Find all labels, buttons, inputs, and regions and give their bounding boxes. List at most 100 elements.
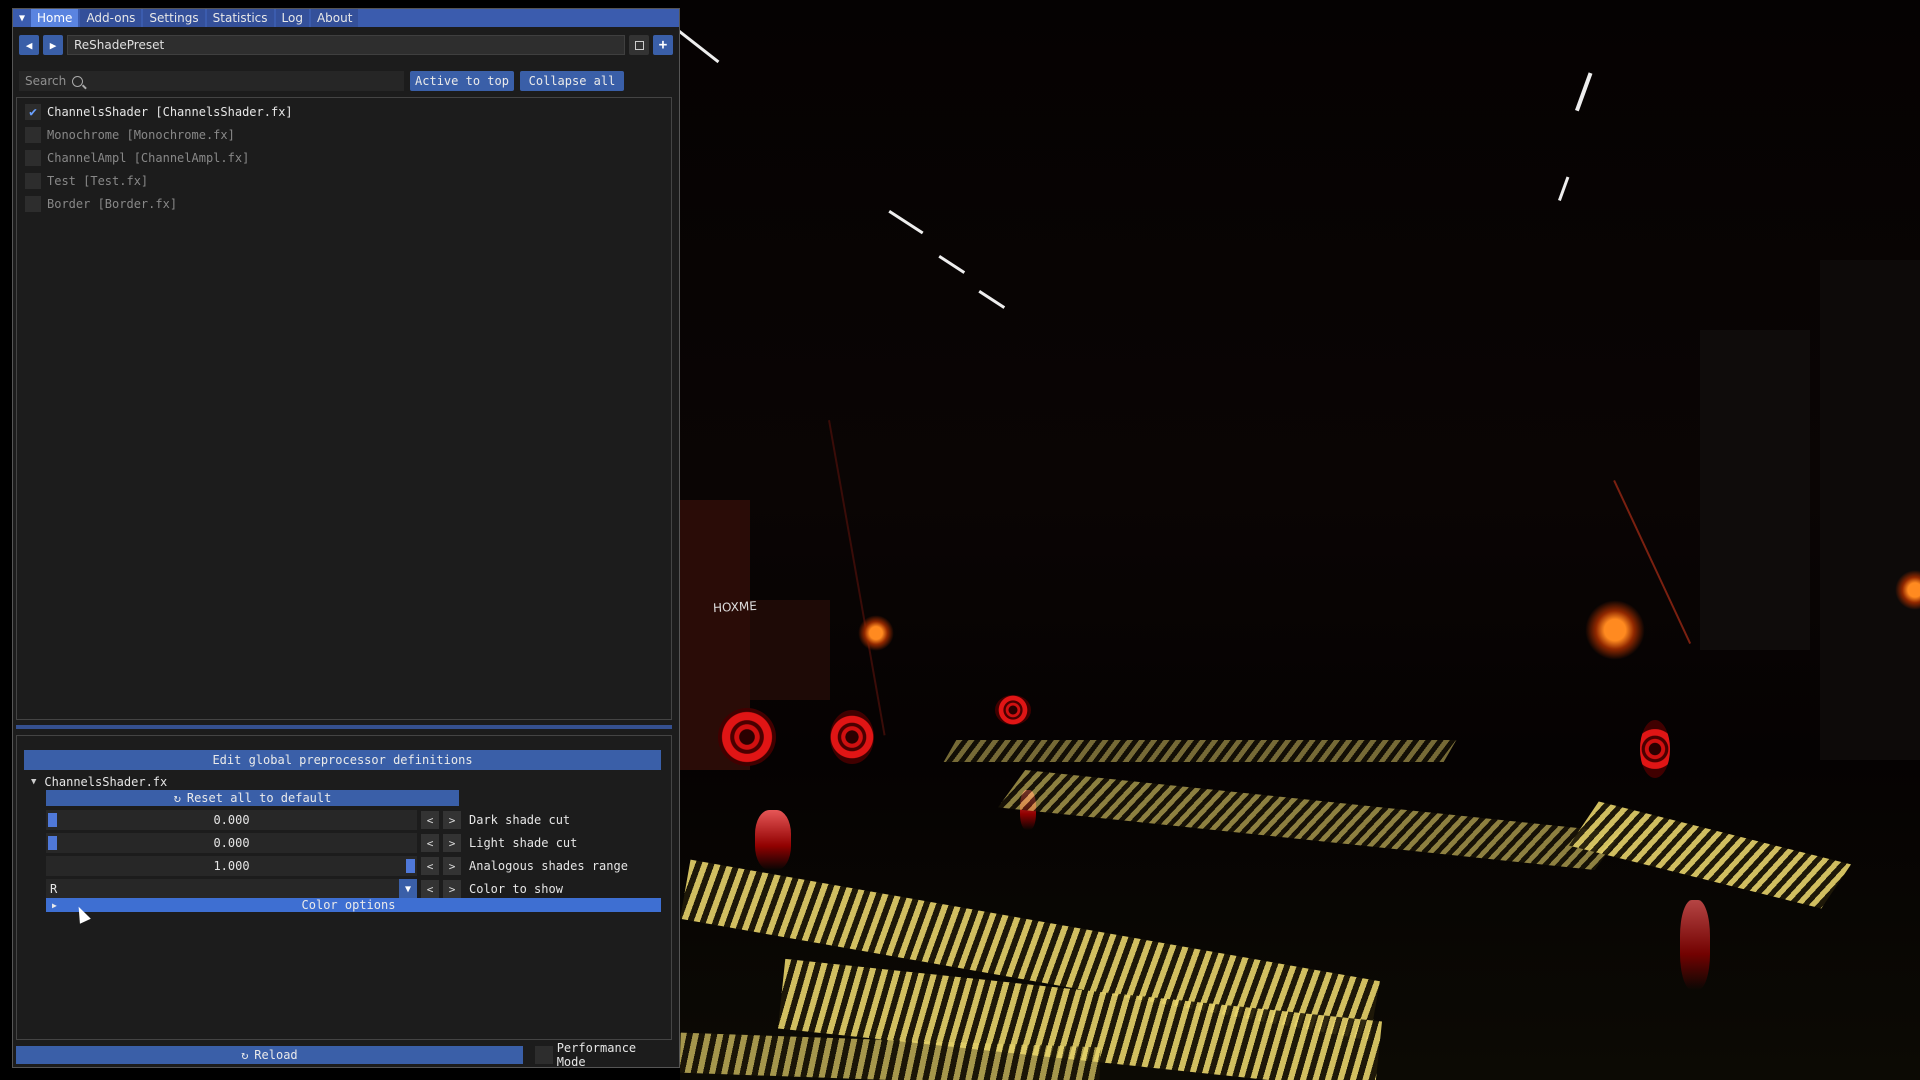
previous-preset-button[interactable]: ◀ bbox=[19, 35, 39, 55]
color-options-header[interactable]: ▶ Color options bbox=[46, 898, 661, 912]
performance-mode-label: Performance Mode bbox=[556, 1041, 637, 1069]
effect-label: ChannelsShader [ChannelsShader.fx] bbox=[47, 105, 293, 119]
list-item[interactable]: ✔ ChannelsShader [ChannelsShader.fx] bbox=[25, 102, 293, 122]
param-row-light-shade-cut: 0.000 < > Light shade cut bbox=[46, 833, 577, 853]
param-row-color-to-show: R ▼ < > Color to show bbox=[46, 879, 563, 899]
light-shade-cut-slider[interactable]: 0.000 bbox=[46, 833, 417, 853]
scene-wall bbox=[750, 600, 830, 700]
tab-settings[interactable]: Settings bbox=[143, 9, 205, 27]
dark-shade-cut-slider[interactable]: 0.000 bbox=[46, 810, 417, 830]
increment-button[interactable]: > bbox=[443, 834, 461, 852]
reload-button[interactable]: ↻ Reload bbox=[16, 1046, 523, 1064]
plus-icon: + bbox=[658, 37, 668, 53]
color-to-show-dropdown[interactable]: R ▼ bbox=[46, 879, 417, 899]
scene-sign: HOXME bbox=[712, 598, 758, 616]
search-icon bbox=[72, 75, 84, 87]
param-label: Light shade cut bbox=[469, 836, 578, 850]
tab-add-ons[interactable]: Add-ons bbox=[80, 9, 142, 27]
checkmark-icon: ✔ bbox=[29, 104, 37, 120]
scene-wheel bbox=[995, 695, 1031, 725]
slider-grab[interactable] bbox=[48, 836, 57, 850]
effect-checkbox[interactable] bbox=[25, 173, 41, 189]
slider-value: 1.000 bbox=[213, 859, 250, 873]
reload-icon: ↻ bbox=[241, 1048, 249, 1062]
effect-checkbox[interactable]: ✔ bbox=[25, 104, 41, 120]
effect-list: ✔ ChannelsShader [ChannelsShader.fx] Mon… bbox=[16, 97, 672, 720]
param-label: Analogous shades range bbox=[469, 859, 628, 873]
edit-global-definitions-button[interactable]: Edit global preprocessor definitions bbox=[24, 750, 661, 770]
add-preset-button[interactable]: + bbox=[653, 35, 673, 55]
save-icon bbox=[634, 40, 644, 50]
reshade-window: ▼ Home Add-ons Settings Statistics Log A… bbox=[12, 8, 680, 1069]
analogous-shades-range-slider[interactable]: 1.000 bbox=[46, 856, 417, 876]
decrement-button[interactable]: < bbox=[421, 834, 439, 852]
arrow-left-icon: ◀ bbox=[25, 38, 33, 52]
dropdown-value: R bbox=[50, 882, 58, 896]
parameters-panel: Edit global preprocessor definitions ▼ C… bbox=[16, 735, 672, 1040]
slider-grab[interactable] bbox=[406, 859, 415, 873]
search-input[interactable]: Search bbox=[19, 71, 404, 91]
active-to-top-button[interactable]: Active to top bbox=[410, 71, 514, 91]
search-bar: Search Active to top Collapse all bbox=[19, 71, 673, 91]
effect-label: Border [Border.fx] bbox=[47, 197, 178, 211]
next-preset-button[interactable]: ▶ bbox=[43, 35, 63, 55]
scene-lamp bbox=[1585, 600, 1645, 660]
param-label: Color to show bbox=[469, 882, 563, 896]
preset-name-field[interactable]: ReShadePreset bbox=[67, 35, 625, 55]
param-row-dark-shade-cut: 0.000 < > Dark shade cut bbox=[46, 810, 570, 830]
section-title: ChannelsShader.fx bbox=[44, 775, 168, 789]
list-item[interactable]: ChannelAmpl [ChannelAmpl.fx] bbox=[25, 148, 249, 168]
panel-splitter[interactable] bbox=[16, 725, 672, 729]
chevron-down-icon[interactable]: ▼ bbox=[399, 879, 417, 899]
footer-bar: ↻ Reload Performance Mode bbox=[16, 1041, 672, 1069]
menu-bar: ▼ Home Add-ons Settings Statistics Log A… bbox=[13, 9, 679, 27]
param-row-analogous-shades-range: 1.000 < > Analogous shades range bbox=[46, 856, 628, 876]
reset-all-button[interactable]: ↻ Reset all to default bbox=[46, 790, 459, 806]
reset-icon: ↻ bbox=[173, 791, 181, 805]
effect-label: Monochrome [Monochrome.fx] bbox=[47, 128, 235, 142]
game-viewport: HOXME bbox=[680, 0, 1920, 1080]
effect-checkbox[interactable] bbox=[25, 196, 41, 212]
list-item[interactable]: Monochrome [Monochrome.fx] bbox=[25, 125, 235, 145]
collapse-window-icon[interactable]: ▼ bbox=[13, 9, 31, 27]
effect-label: Test [Test.fx] bbox=[47, 174, 149, 188]
list-item[interactable]: Border [Border.fx] bbox=[25, 194, 177, 214]
slider-value: 0.000 bbox=[213, 813, 250, 827]
scene-reflection bbox=[1680, 900, 1710, 990]
scene-wheel bbox=[830, 710, 874, 764]
decrement-button[interactable]: < bbox=[421, 811, 439, 829]
scene-reflection bbox=[755, 810, 791, 870]
slider-grab[interactable] bbox=[48, 813, 57, 827]
save-preset-button[interactable] bbox=[629, 35, 649, 55]
scene-wheel bbox=[718, 708, 776, 766]
scene-pillar bbox=[1700, 330, 1810, 650]
chevron-down-icon: ▼ bbox=[31, 777, 37, 787]
search-placeholder: Search bbox=[25, 74, 67, 88]
tab-log[interactable]: Log bbox=[275, 9, 309, 27]
increment-button[interactable]: > bbox=[443, 811, 461, 829]
list-item[interactable]: Test [Test.fx] bbox=[25, 171, 148, 191]
collapse-all-button[interactable]: Collapse all bbox=[520, 71, 624, 91]
increment-button[interactable]: > bbox=[443, 880, 461, 898]
reload-label: Reload bbox=[254, 1048, 298, 1062]
floor-light bbox=[943, 740, 1457, 762]
param-label: Dark shade cut bbox=[469, 813, 571, 827]
arrow-right-icon: ▶ bbox=[49, 38, 57, 52]
decrement-button[interactable]: < bbox=[421, 857, 439, 875]
color-options-label: Color options bbox=[301, 898, 396, 912]
effect-checkbox[interactable] bbox=[25, 127, 41, 143]
tab-about[interactable]: About bbox=[310, 9, 359, 27]
performance-mode-checkbox[interactable] bbox=[534, 1046, 553, 1064]
tab-statistics[interactable]: Statistics bbox=[206, 9, 274, 27]
effect-checkbox[interactable] bbox=[25, 150, 41, 166]
preset-bar: ◀ ▶ ReShadePreset + bbox=[19, 35, 673, 55]
increment-button[interactable]: > bbox=[443, 857, 461, 875]
decrement-button[interactable]: < bbox=[421, 880, 439, 898]
effect-label: ChannelAmpl [ChannelAmpl.fx] bbox=[47, 151, 250, 165]
scene-lamp bbox=[858, 615, 894, 651]
reset-label: Reset all to default bbox=[186, 791, 332, 805]
tab-home[interactable]: Home bbox=[31, 9, 79, 27]
scene-pillar bbox=[1820, 260, 1920, 760]
effect-section-header[interactable]: ▼ ChannelsShader.fx bbox=[31, 774, 167, 790]
slider-value: 0.000 bbox=[213, 836, 250, 850]
